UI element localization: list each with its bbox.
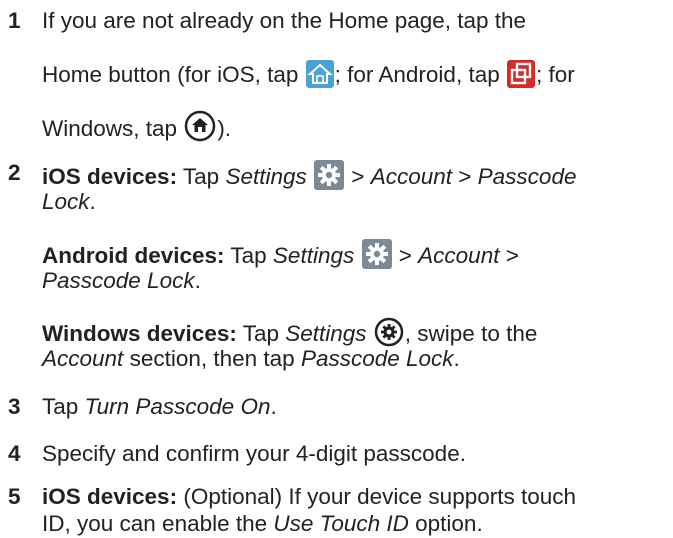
ios-instructions: iOS devices: Tap Settings > Account > Pa… xyxy=(42,160,576,196)
settings-gear-icon xyxy=(361,239,392,275)
windows-devices-label: Windows devices: xyxy=(42,321,237,346)
step-number: 5 xyxy=(8,484,21,509)
windows-home-icon xyxy=(184,110,216,148)
windows-instructions-cont: Account section, then tap Passcode Lock. xyxy=(42,346,460,371)
step-text: iOS devices: (Optional) If your device s… xyxy=(42,484,577,509)
step-text: Tap Turn Passcode On. xyxy=(42,394,277,419)
ios-instructions-cont: Lock. xyxy=(42,189,96,214)
ios-devices-label: iOS devices: xyxy=(42,484,178,509)
step-text-cont: ID, you can enable the Use Touch ID opti… xyxy=(42,511,483,536)
step-text: Windows, tap ). xyxy=(42,110,231,148)
settings-gear-icon xyxy=(314,160,345,196)
android-instructions-cont: Passcode Lock. xyxy=(42,268,201,293)
ios-home-icon xyxy=(305,60,334,94)
step-number: 2 xyxy=(8,160,21,185)
android-devices-label: Android devices: xyxy=(42,243,225,268)
step-number: 3 xyxy=(8,394,21,419)
android-home-icon xyxy=(506,60,535,94)
step-text: Specify and confirm your 4-digit passcod… xyxy=(42,441,466,466)
ios-devices-label: iOS devices: xyxy=(42,164,178,189)
step-text: If you are not already on the Home page,… xyxy=(42,8,527,33)
instructions-document: 1 If you are not already on the Home pag… xyxy=(0,0,673,538)
step-number: 1 xyxy=(8,8,21,33)
step-text: Home button (for iOS, tap ; for Android,… xyxy=(42,60,575,94)
step-number: 4 xyxy=(8,441,21,466)
